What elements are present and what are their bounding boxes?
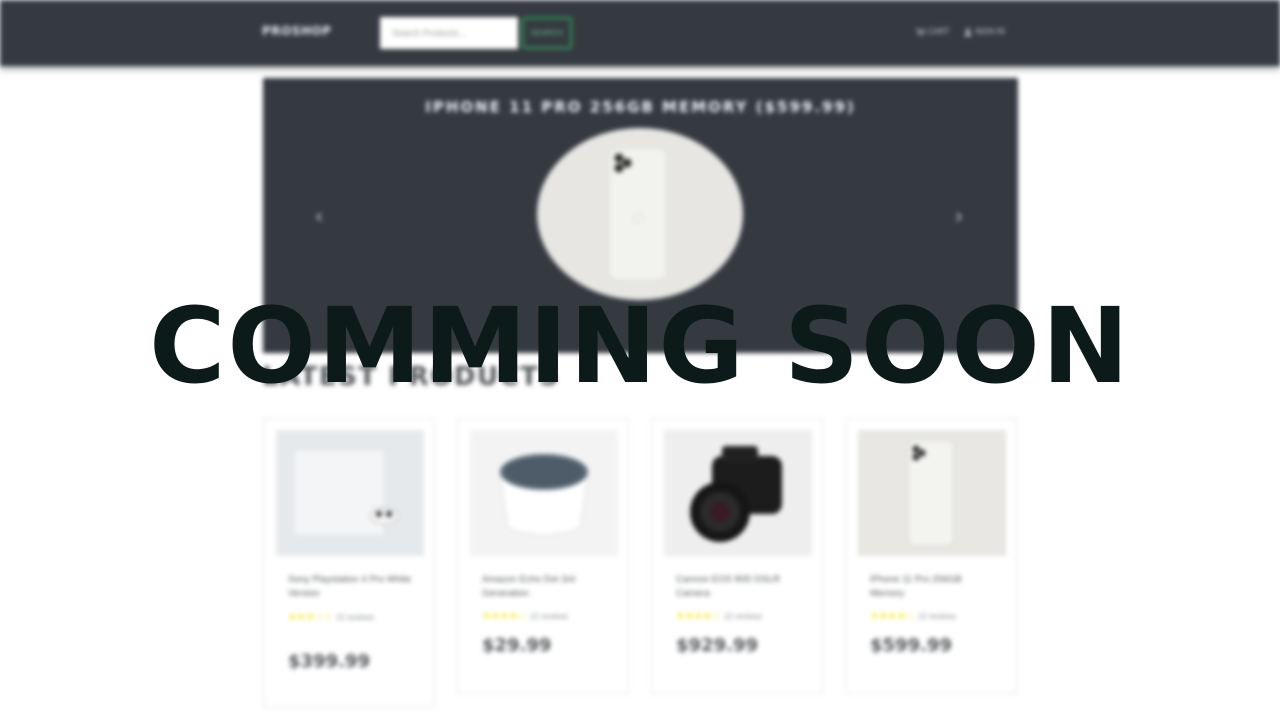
product-name[interactable]: iPhone 11 Pro 256GB Memory [870,573,994,601]
review-count: 12 reviews [917,612,957,621]
product-rating: ★★★★☆ 12 reviews [870,611,956,622]
signin-label: SIGN IN [975,27,1005,36]
product-rating: ★★★★☆ 12 reviews [482,611,568,622]
product-rating: ★★★★☆ 12 reviews [676,611,762,622]
product-card[interactable]: iPhone 11 Pro 256GB Memory ★★★★☆ 12 revie… [845,418,1017,694]
rating-stars: ★★★★☆ [870,611,915,622]
product-name[interactable]: Amazon Echo Dot 3rd Generation [482,573,606,601]
carousel-caption[interactable]: IPHONE 11 PRO 256GB MEMORY ($599.99) [263,98,1018,116]
product-image[interactable] [470,430,618,556]
chevron-left-icon[interactable]: ‹ [315,204,323,228]
product-price: $399.99 [288,651,370,672]
product-card[interactable]: Cannon EOS 80D DSLR Camera ★★★★☆ 12 revie… [651,418,823,694]
carousel-product-image[interactable] [537,128,743,300]
product-price: $29.99 [482,635,552,656]
review-count: 12 reviews [335,613,375,622]
review-count: 12 reviews [529,612,569,621]
product-card[interactable]: Amazon Echo Dot 3rd Generation ★★★★☆ 12 r… [457,418,629,694]
product-name[interactable]: Sony Playstation 4 Pro White Version [288,573,412,601]
product-card[interactable]: Sony Playstation 4 Pro White Version ★★★… [263,418,435,708]
rating-stars: ★★★★☆ [482,611,527,622]
search-input[interactable] [380,17,518,49]
cart-link[interactable]: CART [916,27,950,36]
navbar: PROSHOP SEARCH CART SIGN IN [0,0,1280,66]
search-button[interactable]: SEARCH [522,17,572,49]
product-rating: ★★★☆☆ 12 reviews [288,611,412,625]
product-image[interactable] [664,430,812,556]
user-icon [964,27,972,36]
product-image[interactable] [276,430,424,556]
product-price: $599.99 [870,635,952,656]
signin-link[interactable]: SIGN IN [964,27,1005,36]
coming-soon-overlay: COMMING SOON [149,285,1131,407]
rating-stars: ★★★★☆ [676,611,721,622]
product-name[interactable]: Cannon EOS 80D DSLR Camera [676,573,800,601]
product-image[interactable] [858,430,1006,556]
product-price: $929.99 [676,635,758,656]
cart-label: CART [928,27,950,36]
chevron-right-icon[interactable]: › [955,204,963,228]
brand-logo[interactable]: PROSHOP [262,24,331,38]
rating-stars: ★★★☆☆ [288,612,333,623]
review-count: 12 reviews [723,612,763,621]
cart-icon [916,28,925,36]
